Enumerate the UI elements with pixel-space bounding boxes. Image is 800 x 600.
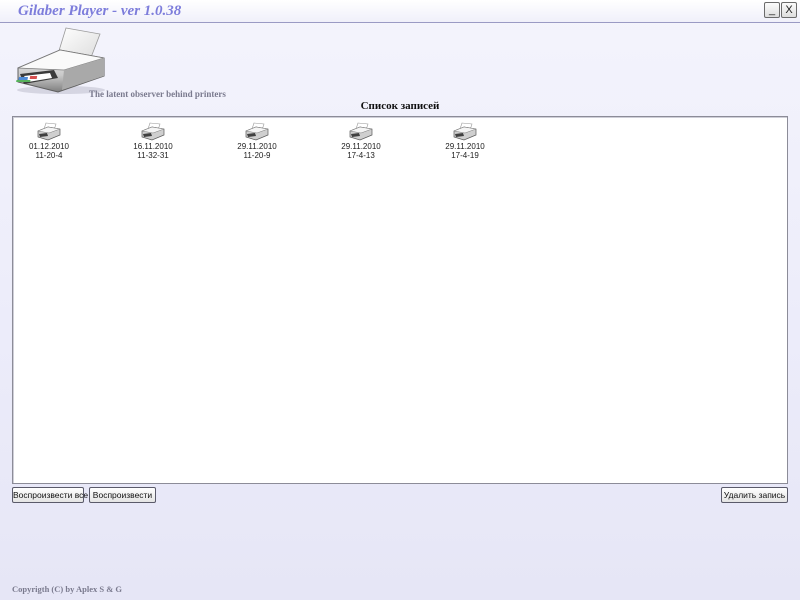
records-list-title: Список записей	[360, 100, 440, 112]
record-date: 29.11.2010	[445, 142, 485, 151]
printer-icon	[453, 122, 477, 141]
play-button[interactable]: Воспроизвести	[89, 487, 156, 503]
record-date: 29.11.2010	[237, 142, 277, 151]
record-item[interactable]: 29.11.2010 17-4-13	[326, 122, 396, 160]
record-time: 11-32-31	[137, 151, 169, 160]
record-time: 17-4-13	[347, 151, 375, 160]
title-bar[interactable]: Gilaber Player - ver 1.0.38 _ X	[0, 0, 800, 23]
copyright-text: Copyrigth (C) by Aplex S & G	[12, 584, 123, 594]
record-date: 29.11.2010	[341, 142, 381, 151]
printer-icon	[141, 122, 165, 141]
record-item[interactable]: 29.11.2010 17-4-19	[430, 122, 500, 160]
printer-logo-icon	[16, 27, 105, 94]
record-time: 17-4-19	[451, 151, 479, 160]
tagline: The latent observer behind printers	[89, 89, 226, 99]
play-all-button[interactable]: Воспроизвести все	[12, 487, 88, 503]
record-item[interactable]: 01.12.2010 11-20-4	[14, 122, 84, 160]
gilaber-player-window: Gilaber Player - ver 1.0.38 _ X The late…	[0, 0, 800, 600]
printer-icon	[349, 122, 373, 141]
minimize-button[interactable]: _	[764, 2, 780, 18]
record-time: 11-20-4	[35, 151, 63, 160]
record-item[interactable]: 16.11.2010 11-32-31	[118, 122, 188, 160]
printer-icon	[37, 122, 61, 141]
records-list[interactable]: 01.12.2010 11-20-4 16.11.2010 11-32-31 2…	[12, 116, 788, 484]
window-title: Gilaber Player - ver 1.0.38	[18, 3, 182, 19]
record-item[interactable]: 29.11.2010 11-20-9	[222, 122, 292, 160]
printer-icon	[245, 122, 269, 141]
close-button[interactable]: X	[781, 2, 797, 18]
record-date: 01.12.2010	[28, 142, 70, 151]
record-date: 16.11.2010	[133, 142, 173, 151]
delete-record-button[interactable]: Удалить запись	[721, 487, 788, 503]
record-time: 11-20-9	[243, 151, 271, 160]
